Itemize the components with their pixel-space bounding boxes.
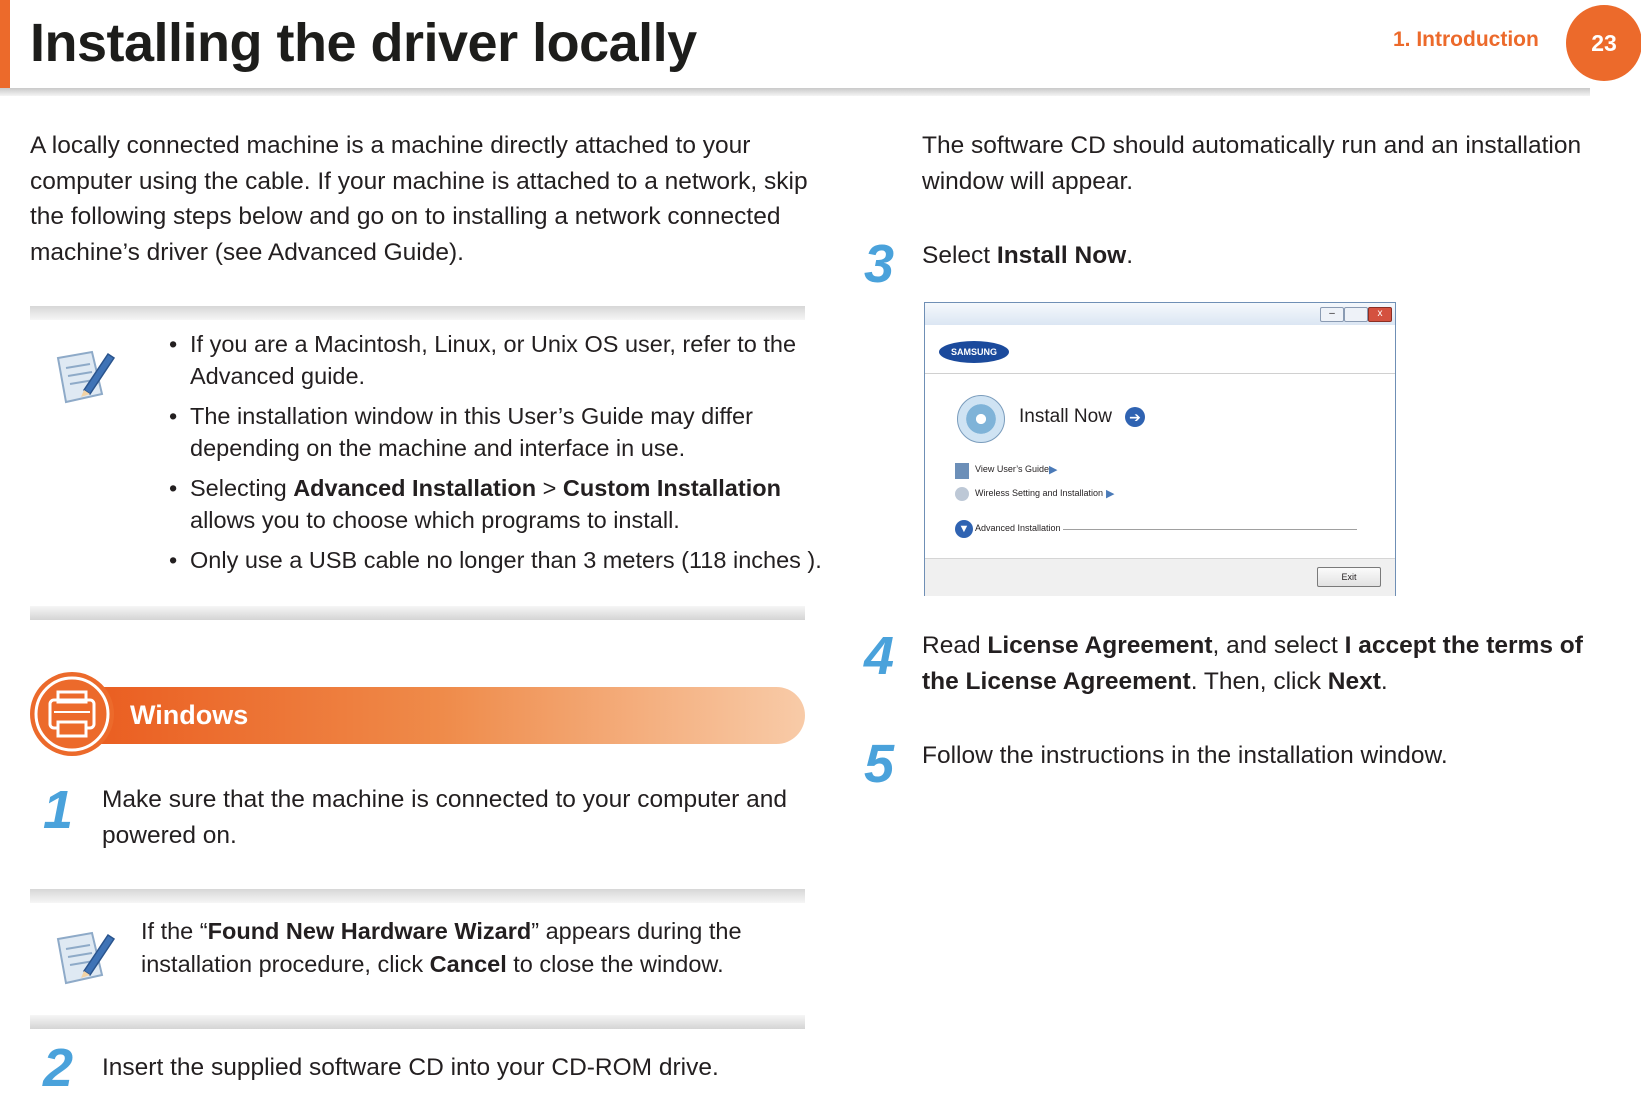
note-2-text: If the “Found New Hardware Wizard” appea… (141, 918, 742, 977)
note-1-item: • Only use a USB cable no longer than 3 m… (169, 547, 822, 573)
wireless-link[interactable]: Wireless Setting and Installation (975, 488, 1103, 498)
intro-paragraph: A locally connected machine is a machine… (30, 132, 808, 266)
section-title: Windows (130, 700, 249, 730)
arrow-icon: ▶ (1106, 488, 1115, 500)
note-1-item: • Selecting Advanced Installation > Custo… (169, 475, 781, 533)
step-4-text: Read License Agreement, and select I acc… (922, 632, 1583, 695)
close-icon[interactable]: x (1368, 307, 1392, 322)
note-pencil-icon (56, 350, 116, 404)
note-bottom-rule (30, 606, 805, 620)
cd-icon (957, 395, 1005, 443)
arrow-icon: ▶ (1049, 464, 1058, 476)
wireless-icon (955, 487, 969, 501)
step-number: 3 (863, 234, 894, 294)
maximize-icon[interactable] (1344, 307, 1368, 322)
note-box-2: If the “Found New Hardware Wizard” appea… (30, 889, 805, 1029)
page-title: Installing the driver locally (30, 13, 697, 73)
chapter-label: 1. Introduction (1393, 28, 1539, 51)
step-2-continuation: The software CD should automatically run… (922, 132, 1582, 195)
note-top-rule (30, 306, 805, 320)
step-3-text: Select Install Now. (922, 242, 1134, 269)
step-1-text: Make sure that the machine is connected … (102, 786, 788, 849)
view-guide-link[interactable]: View User’s Guide (975, 464, 1049, 474)
minimize-icon[interactable]: – (1320, 307, 1344, 322)
step-number: 1 (42, 780, 73, 840)
header-accent-bar (0, 0, 10, 90)
step-number: 2 (42, 1038, 73, 1098)
note-1-list: • If you are a Macintosh, Linux, or Unix … (160, 328, 822, 584)
page-number-badge: 23 (1566, 5, 1641, 81)
note-box-1: • If you are a Macintosh, Linux, or Unix … (30, 306, 822, 620)
installer-screenshot: – x SAMSUNG Install Now ➔ View User’s Gu… (924, 302, 1396, 596)
note-top-rule (30, 889, 805, 903)
guide-icon (955, 463, 969, 479)
printer-icon (30, 672, 114, 756)
advanced-link[interactable]: Advanced Installation (975, 523, 1061, 533)
step-number: 5 (863, 734, 894, 794)
note-bottom-rule (30, 1015, 805, 1029)
samsung-logo: SAMSUNG (939, 341, 1009, 363)
chevron-down-icon[interactable]: ▼ (955, 520, 973, 538)
note-pencil-icon (56, 931, 116, 985)
step-5-text: Follow the instructions in the installat… (922, 742, 1448, 769)
divider (925, 373, 1395, 374)
note-1-item: • If you are a Macintosh, Linux, or Unix … (169, 331, 797, 389)
step-number: 4 (863, 626, 894, 686)
arrow-right-icon[interactable]: ➔ (1125, 407, 1145, 427)
note-1-item: • The installation window in this User’s … (169, 403, 753, 461)
header-divider (0, 88, 1590, 96)
install-now-link[interactable]: Install Now (1019, 406, 1112, 428)
exit-button[interactable]: Exit (1317, 567, 1381, 587)
step-2-text: Insert the supplied software CD into you… (102, 1054, 719, 1081)
divider (1063, 529, 1357, 530)
